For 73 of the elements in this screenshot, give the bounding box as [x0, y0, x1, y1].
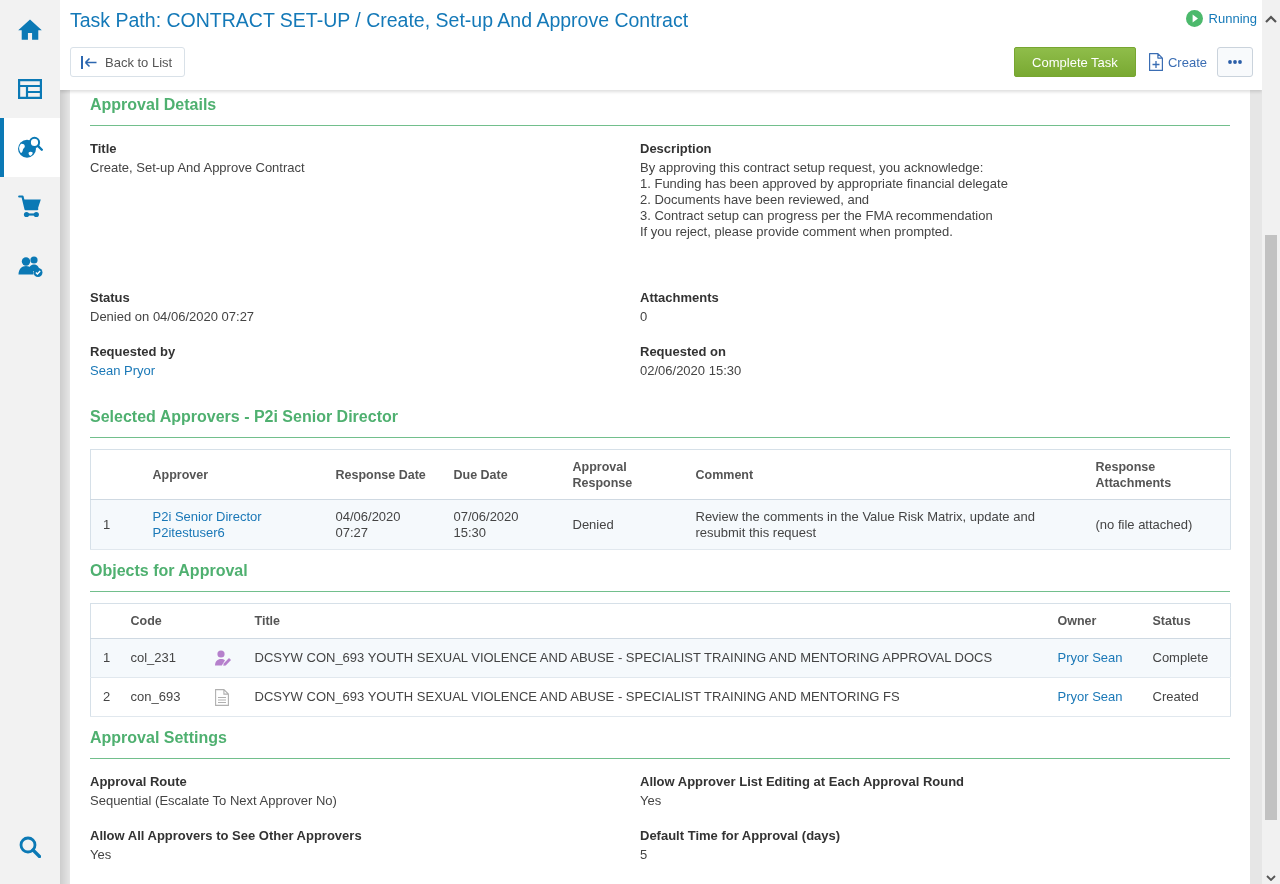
sidebar-item[interactable] — [0, 118, 60, 177]
table-cell: DCSYW CON_693 YOUTH SEXUAL VIOLENCE AND ABUSE - SPECIALIST TRAINING AND MENTORING APPROVAL DOCS — [254, 650, 993, 665]
column-header: Approver — [152, 467, 209, 482]
table-cell: Created — [1152, 689, 1199, 704]
field-value: Denied on 04/06/2020 07:27 — [90, 309, 255, 325]
field-label: Allow Approver List Editing at Each Approval Round — [640, 773, 965, 791]
back-button[interactable]: Back to List — [70, 47, 186, 77]
table-cell: Complete — [1152, 650, 1209, 665]
column-header: Approval Response — [572, 459, 633, 490]
field-label: Requested on — [640, 343, 726, 361]
play-circle-icon — [1185, 9, 1203, 27]
section-heading: Approval Details — [90, 95, 217, 115]
field-value: Create, Set-up And Approve Contract — [90, 160, 305, 176]
field-label: Attachments — [640, 289, 719, 307]
table-cell: 07/06/2020 15:30 — [453, 508, 519, 540]
page-title: Task Path: CONTRACT SET-UP / Create, Set-up And Approve Contract — [70, 8, 689, 32]
table-cell: Denied — [572, 516, 614, 532]
field-label: Approval Route — [90, 773, 187, 791]
approver-link[interactable]: P2i Senior Director — [152, 508, 262, 524]
table-cell: 04/06/2020 07:27 — [335, 508, 401, 540]
cart-icon — [18, 195, 42, 218]
field-value: Yes — [90, 847, 112, 863]
description-text: By approving this contract setup request, you acknowledge: 1. Funding has been approved by appropriate financial delegate 2. Documents have been reviewed, and 3. Contract setup can progress per the FMA recommendation If you reject, please provide comment when prompted. — [640, 160, 1008, 240]
back-arrow-icon — [81, 55, 97, 69]
field-label: Status — [90, 289, 130, 307]
search-icon — [19, 835, 41, 858]
chevron-up-icon[interactable] — [1265, 15, 1277, 23]
scrollbar-thumb[interactable] — [1265, 235, 1277, 820]
table-cell: 2 — [103, 689, 111, 704]
table-cell: 1 — [103, 650, 111, 665]
table-cell: col_231 — [130, 650, 177, 665]
table-cell: (no file attached) — [1095, 516, 1193, 532]
globe-search-icon — [17, 136, 43, 159]
users-check-icon — [17, 254, 43, 277]
section-heading: Objects for Approval — [90, 561, 248, 581]
home-icon — [18, 19, 42, 40]
field-label: Allow All Approvers to See Other Approvers — [90, 827, 362, 845]
column-header: Title — [254, 614, 280, 628]
column-header: Comment — [695, 467, 754, 482]
column-header: Response Attachments — [1095, 459, 1172, 490]
document-icon — [214, 688, 229, 706]
layout-icon — [18, 78, 42, 99]
status-text: Running — [1208, 10, 1257, 26]
table-cell: DCSYW CON_693 YOUTH SEXUAL VIOLENCE AND ABUSE - SPECIALIST TRAINING AND MENTORING FS — [254, 689, 900, 704]
table-cell: 1 — [103, 516, 111, 532]
field-value: 5 — [640, 847, 648, 863]
field-label: Default Time for Approval (days) — [640, 827, 841, 845]
person-pen-icon — [214, 650, 231, 666]
owner-link[interactable]: Pryor Sean — [1057, 689, 1123, 704]
chevron-down-icon[interactable] — [1266, 875, 1276, 881]
create-button[interactable]: Create — [1148, 53, 1207, 71]
owner-link[interactable]: Pryor Sean — [1057, 650, 1123, 665]
field-value: 0 — [640, 309, 648, 325]
approver-link[interactable]: P2itestuser6 — [152, 524, 225, 540]
field-value: Yes — [640, 793, 662, 809]
file-plus-icon — [1148, 53, 1163, 71]
field-value: 02/06/2020 15:30 — [640, 363, 742, 379]
column-header: Code — [130, 614, 162, 628]
section-heading: Selected Approvers - P2i Senior Director — [90, 407, 398, 427]
field-label: Description — [640, 140, 712, 158]
table-cell: Review the comments in the Value Risk Matrix, update and resubmit this request — [695, 508, 1035, 540]
more-button[interactable] — [1217, 47, 1253, 77]
ellipsis-icon — [1228, 60, 1242, 64]
column-header: Owner — [1057, 614, 1097, 628]
field-label: Title — [90, 140, 117, 158]
field-value: Sequential (Escalate To Next Approver No) — [90, 793, 337, 809]
column-header: Due Date — [453, 467, 508, 482]
column-header: Response Date — [335, 467, 426, 482]
field-link[interactable]: Sean Pryor — [90, 363, 156, 378]
column-header: Status — [1152, 614, 1191, 628]
table-cell: con_693 — [130, 689, 181, 704]
field-label: Requested by — [90, 343, 176, 361]
section-heading: Approval Settings — [90, 728, 227, 748]
